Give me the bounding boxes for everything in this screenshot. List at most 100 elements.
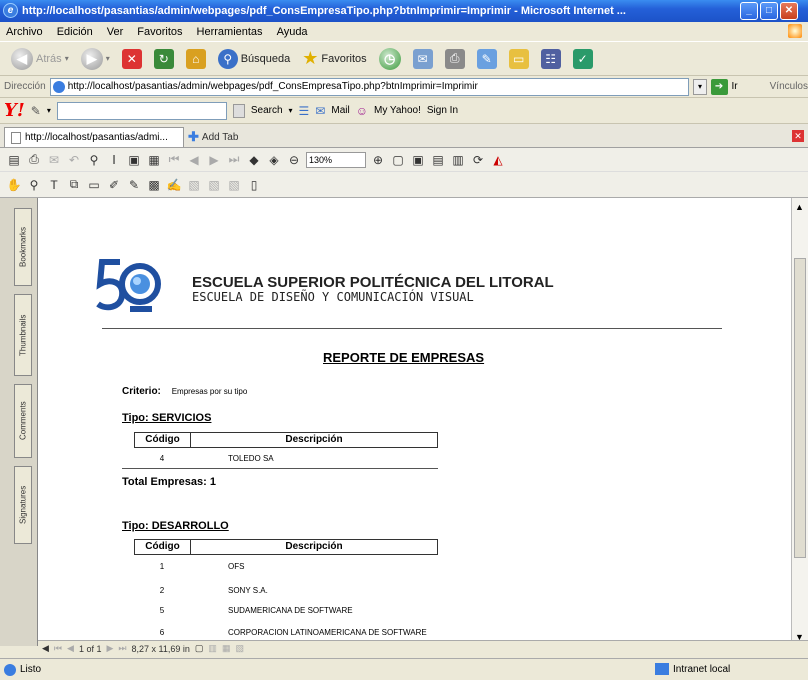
folder-button[interactable]: ▭	[506, 46, 532, 72]
window-title-bar[interactable]: e http://localhost/pasantias/admin/webpa…	[0, 0, 808, 22]
mail-button[interactable]: ✉	[410, 46, 436, 72]
add-tab-button[interactable]: ✚ Add Tab	[188, 127, 238, 147]
address-input[interactable]: http://localhost/pasantias/admin/webpage…	[49, 77, 690, 96]
snapshot-tool-icon[interactable]: ⧉	[66, 177, 82, 193]
table-row: 1 OFS	[159, 562, 245, 571]
print-icon[interactable]: ⎙	[26, 152, 42, 168]
snapshot-icon[interactable]: ▣	[126, 152, 142, 168]
zoom-select[interactable]: 130%	[306, 151, 366, 168]
print-button[interactable]: ⎙	[442, 46, 468, 72]
zoom-tool-icon[interactable]: ⚲	[26, 177, 42, 193]
messenger-button[interactable]: ☷	[538, 46, 564, 72]
next-page-icon[interactable]: ▶	[206, 152, 222, 168]
back-button[interactable]: ◀ Atrás ▾	[8, 46, 72, 72]
menu-favoritos[interactable]: Favoritos	[137, 26, 182, 38]
pencil-icon[interactable]: ✎	[126, 177, 142, 193]
myyahoo-link[interactable]: My Yahoo!	[374, 105, 421, 116]
reflow-icon[interactable]: ▥	[450, 152, 466, 168]
last-page-icon[interactable]: ⏭	[118, 643, 126, 654]
rotate-icon[interactable]: ⟳	[470, 152, 486, 168]
thumbnails-tab[interactable]: Thumbnails	[14, 294, 32, 376]
pencil-icon[interactable]: ✎	[31, 104, 41, 118]
menu-archivo[interactable]: Archivo	[6, 26, 43, 38]
table-row: 2 SONY S.A.	[159, 586, 268, 595]
menu-ver[interactable]: Ver	[107, 26, 124, 38]
first-page-icon[interactable]: ⏮	[54, 643, 62, 654]
address-dropdown-button[interactable]: ▾	[693, 78, 707, 95]
menu-herramientas[interactable]: Herramientas	[197, 26, 263, 38]
email-icon[interactable]: ✉	[46, 152, 62, 168]
page-tool-1-icon[interactable]: ▧	[186, 177, 202, 193]
mail-link[interactable]: Mail	[331, 105, 349, 116]
favorites-button[interactable]: ★ Favoritos	[299, 46, 369, 72]
signature-icon[interactable]: ✍	[166, 177, 182, 193]
col-desc-header: Descripción	[285, 434, 343, 445]
signin-link[interactable]: Sign In	[427, 105, 458, 116]
go-back-icon[interactable]: ◆	[246, 152, 262, 168]
edit-button[interactable]: ✎	[474, 46, 500, 72]
vertical-scrollbar[interactable]: ▲ ▼	[791, 198, 808, 646]
fit-page-icon[interactable]: ▣	[410, 152, 426, 168]
menu-ayuda[interactable]: Ayuda	[277, 26, 308, 38]
zoom-out-icon[interactable]: ⊖	[286, 152, 302, 168]
zoom-in-icon[interactable]: ⊕	[370, 152, 386, 168]
save-icon[interactable]: ▤	[6, 152, 22, 168]
yahoo-search-input[interactable]	[56, 101, 227, 120]
adobe-icon[interactable]: ◭	[490, 152, 506, 168]
close-button[interactable]: ✕	[780, 2, 798, 20]
undo-icon[interactable]: ↶	[66, 152, 82, 168]
facing-icon[interactable]: ▦	[222, 643, 231, 654]
next-page-icon[interactable]: ▶	[106, 643, 113, 654]
last-page-icon[interactable]: ⏭	[226, 152, 242, 168]
tools-icon: ✓	[572, 48, 593, 69]
continuous-facing-icon[interactable]: ▧	[235, 643, 244, 654]
find-icon[interactable]: ⚲	[86, 152, 102, 168]
actual-size-icon[interactable]: ▢	[390, 152, 406, 168]
yahoo-logo[interactable]: Y!	[4, 100, 25, 121]
select-text-icon[interactable]: Ⅰ	[106, 152, 122, 168]
go-button[interactable]: ➔	[710, 78, 728, 95]
previous-page-icon[interactable]: ◀	[186, 152, 202, 168]
history-button[interactable]: ◷	[376, 46, 404, 72]
list-icon[interactable]: ☰	[299, 104, 310, 118]
minimize-button[interactable]: _	[740, 2, 758, 20]
maximize-button[interactable]: □	[760, 2, 778, 20]
chevron-down-icon[interactable]: ▾	[47, 106, 51, 115]
scroll-left-icon[interactable]: ◀	[42, 643, 49, 654]
scroll-thumb[interactable]	[794, 258, 806, 558]
links-label[interactable]: Vínculos	[770, 81, 808, 92]
forward-button[interactable]: ▶ ▾	[78, 46, 113, 72]
continuous-icon[interactable]: ▥	[208, 643, 217, 654]
menu-edicion[interactable]: Edición	[57, 26, 93, 38]
grid-icon[interactable]: ▦	[146, 152, 162, 168]
pdf-document-page[interactable]: ESCUELA SUPERIOR POLITÉCNICA DEL LITORAL…	[38, 198, 791, 646]
refresh-button[interactable]: ↻	[151, 46, 177, 72]
search-button[interactable]: ⚲ Búsqueda	[215, 46, 294, 72]
signatures-tab[interactable]: Signatures	[14, 466, 32, 544]
single-page-icon[interactable]: ▢	[195, 643, 204, 654]
home-button[interactable]: ⌂	[183, 46, 209, 72]
stamp-icon[interactable]: ▩	[146, 177, 162, 193]
page-tool-3-icon[interactable]: ▧	[226, 177, 242, 193]
close-tab-icon[interactable]: ✕	[792, 130, 804, 142]
scroll-up-icon[interactable]: ▲	[795, 202, 804, 212]
yahoo-search-button[interactable]: Search	[251, 105, 283, 116]
attach-icon[interactable]: ▯	[246, 177, 262, 193]
page-indicator[interactable]: 1 of 1	[79, 644, 102, 654]
go-forward-icon[interactable]: ◈	[266, 152, 282, 168]
tab-active[interactable]: http://localhost/pasantias/admi...	[4, 127, 184, 147]
hand-tool-icon[interactable]: ✋	[6, 177, 22, 193]
stop-button[interactable]: ✕	[119, 46, 145, 72]
text-select-icon[interactable]: T	[46, 177, 62, 193]
first-page-icon[interactable]: ⏮	[166, 152, 182, 168]
table-row: 5 SUDAMERICANA DE SOFTWARE	[159, 606, 353, 615]
highlighter-icon[interactable]: ✐	[106, 177, 122, 193]
note-icon[interactable]: ▭	[86, 177, 102, 193]
previous-page-icon[interactable]: ◀	[67, 643, 74, 654]
tools-button[interactable]: ✓	[570, 46, 596, 72]
search-dropdown-button[interactable]	[232, 103, 245, 118]
fit-width-icon[interactable]: ▤	[430, 152, 446, 168]
bookmarks-tab[interactable]: Bookmarks	[14, 208, 32, 286]
comments-tab[interactable]: Comments	[14, 384, 32, 458]
page-tool-2-icon[interactable]: ▧	[206, 177, 222, 193]
